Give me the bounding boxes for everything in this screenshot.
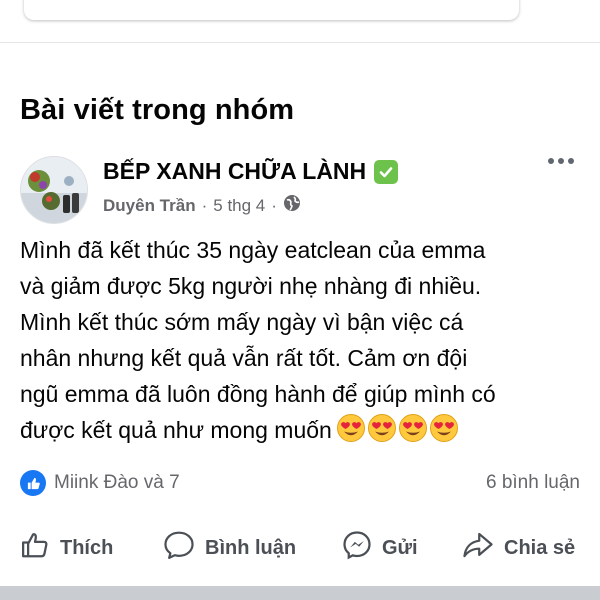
heart-eyes-emoji xyxy=(398,413,428,453)
reactions-text[interactable]: Miink Đào và 7 xyxy=(54,472,180,494)
action-bar: Thích Bình luận Gửi Chia sẻ xyxy=(0,525,600,571)
post-meta: Duyên Trần · 5 thg 4 · xyxy=(103,194,301,217)
share-button[interactable]: Chia sẻ xyxy=(462,530,575,566)
post-line: ngũ emma đã luôn đồng hành để giúp mình … xyxy=(20,381,496,407)
post-line: được kết quả như mong muốn xyxy=(20,417,332,443)
heart-eyes-emoji xyxy=(367,413,397,453)
previous-card xyxy=(24,0,519,20)
post-body: Mình đã kết thúc 35 ngày eatclean của em… xyxy=(20,232,580,453)
share-label: Chia sẻ xyxy=(504,536,576,559)
post-line: và giảm được 5kg người nhẹ nhàng đi nhiề… xyxy=(20,273,482,299)
thumbs-up-icon xyxy=(20,530,50,566)
post-last-line: được kết quả như mong muốn xyxy=(20,412,580,453)
heart-eyes-emoji xyxy=(336,413,366,453)
group-name-row[interactable]: BẾP XANH CHỮA LÀNH xyxy=(103,158,399,185)
group-name[interactable]: BẾP XANH CHỮA LÀNH xyxy=(103,158,366,185)
post-line: Mình kết thúc sớm mấy ngày vì bận việc c… xyxy=(20,309,464,335)
meta-separator-2: · xyxy=(271,195,277,215)
post-date[interactable]: 5 thg 4 xyxy=(213,196,265,216)
send-button[interactable]: Gửi xyxy=(342,530,418,566)
comment-button[interactable]: Bình luận xyxy=(163,530,296,566)
heart-eyes-emoji xyxy=(429,413,459,453)
send-label: Gửi xyxy=(382,536,418,559)
more-options-icon[interactable] xyxy=(548,158,574,164)
divider xyxy=(0,42,600,43)
globe-icon xyxy=(283,194,301,217)
share-arrow-icon xyxy=(462,530,494,566)
meta-separator: · xyxy=(201,195,208,215)
like-label: Thích xyxy=(60,536,114,559)
like-reaction-icon xyxy=(20,470,46,496)
section-title: Bài viết trong nhóm xyxy=(20,94,295,126)
emoji-row xyxy=(336,413,459,453)
post-line: nhân nhưng kết quả vẫn rất tốt. Cảm ơn đ… xyxy=(20,345,468,371)
reactions-summary[interactable]: Miink Đào và 7 xyxy=(20,470,180,496)
comment-label: Bình luận xyxy=(205,536,297,559)
post-line: Mình đã kết thúc 35 ngày eatclean của em… xyxy=(20,237,486,263)
messenger-icon xyxy=(342,530,372,566)
like-button[interactable]: Thích xyxy=(20,530,113,566)
feed-separator xyxy=(0,586,600,600)
author-name[interactable]: Duyên Trần xyxy=(103,196,196,216)
comment-bubble-icon xyxy=(163,530,195,566)
comments-count[interactable]: 6 bình luận xyxy=(486,472,580,494)
check-mark-icon xyxy=(374,159,399,184)
group-avatar[interactable] xyxy=(20,156,88,224)
